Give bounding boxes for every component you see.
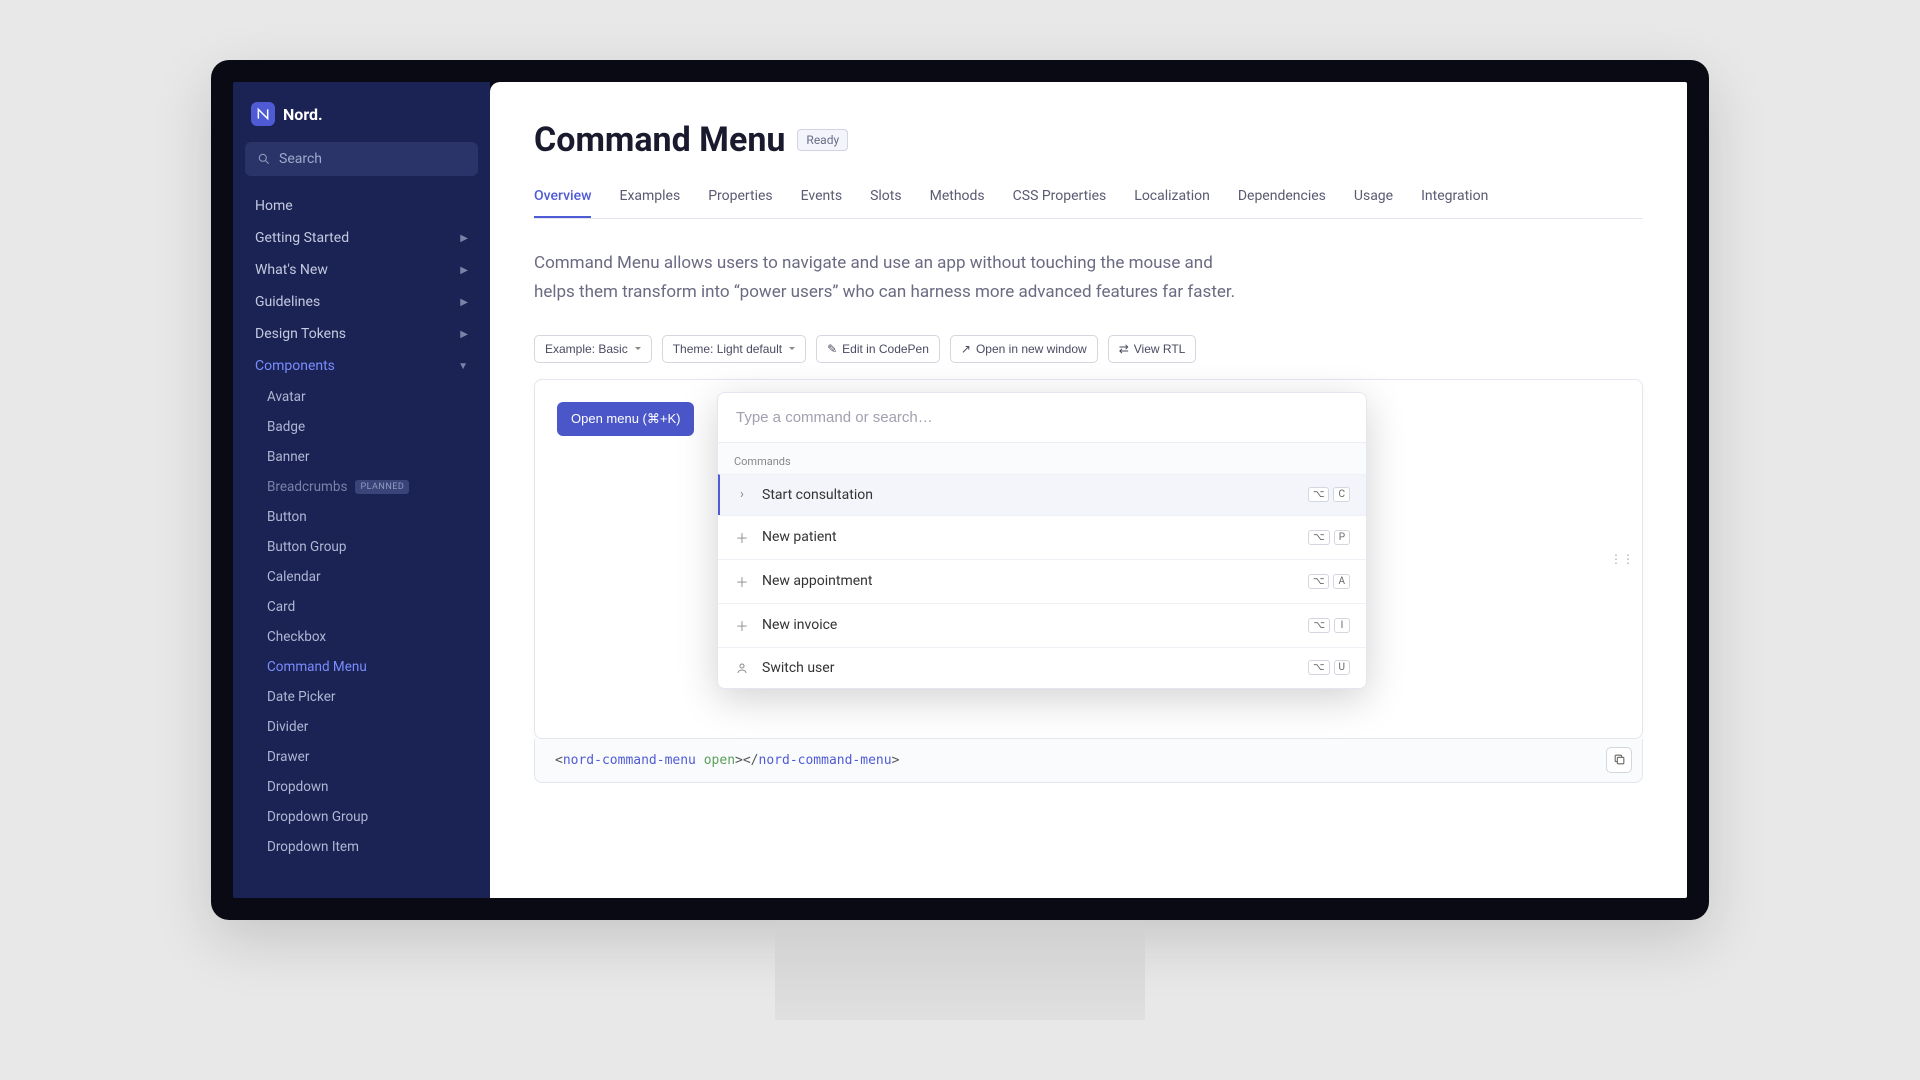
nav-sub-date-picker[interactable]: Date Picker <box>245 682 478 712</box>
shortcut-keys: ⌥ C <box>1308 487 1350 502</box>
edit-codepen-button[interactable]: ✎ Edit in CodePen <box>816 335 940 363</box>
shortcut-keys: ⌥ I <box>1308 618 1350 633</box>
copy-code-button[interactable] <box>1606 747 1632 773</box>
open-menu-button[interactable]: Open menu (⌘+K) <box>557 402 694 436</box>
tab-localization[interactable]: Localization <box>1134 188 1210 218</box>
nav-whats-new[interactable]: What's New ▶ <box>245 254 478 286</box>
command-section-label: Commands <box>718 451 1366 474</box>
rtl-icon: ⇄ <box>1119 342 1129 356</box>
command-item-new-patient[interactable]: ＋ New patient ⌥ P <box>718 515 1366 559</box>
tab-integration[interactable]: Integration <box>1421 188 1488 218</box>
tab-events[interactable]: Events <box>801 188 842 218</box>
plus-icon: ＋ <box>734 616 750 635</box>
chevron-right-icon: ▶ <box>460 297 468 308</box>
nav-sub-card[interactable]: Card <box>245 592 478 622</box>
search-placeholder: Search <box>279 151 466 167</box>
sidebar: Nord. Search Home Getting Started ▶ What… <box>233 82 490 898</box>
page-description: Command Menu allows users to navigate an… <box>534 249 1254 307</box>
nav-design-tokens[interactable]: Design Tokens ▶ <box>245 318 478 350</box>
nav-sub-avatar[interactable]: Avatar <box>245 382 478 412</box>
chevron-right-icon: ▶ <box>460 233 468 244</box>
command-item-start-consultation[interactable]: › Start consultation ⌥ C <box>718 474 1366 515</box>
nav-sub-command-menu[interactable]: Command Menu <box>245 652 478 682</box>
tab-slots[interactable]: Slots <box>870 188 902 218</box>
chevron-right-icon: ▶ <box>460 329 468 340</box>
command-item-switch-user[interactable]: Switch user ⌥ U <box>718 647 1366 688</box>
brand-name: Nord. <box>283 105 323 124</box>
plus-icon: ＋ <box>734 572 750 591</box>
resize-handle-icon[interactable]: ⋮⋮ <box>1610 552 1634 566</box>
planned-badge: PLANNED <box>355 480 409 494</box>
theme-select[interactable]: Theme: Light default <box>662 335 806 363</box>
command-input[interactable] <box>718 393 1366 442</box>
chevron-right-icon: › <box>734 487 750 502</box>
nav-sub-dropdown[interactable]: Dropdown <box>245 772 478 802</box>
tab-usage[interactable]: Usage <box>1354 188 1393 218</box>
search-input[interactable]: Search <box>245 142 478 176</box>
shortcut-keys: ⌥ P <box>1308 530 1350 545</box>
chevron-right-icon: ▶ <box>460 265 468 276</box>
nav-sub-checkbox[interactable]: Checkbox <box>245 622 478 652</box>
nav-sub-badge[interactable]: Badge <box>245 412 478 442</box>
nav-sub-dropdown-item[interactable]: Dropdown Item <box>245 832 478 862</box>
brand[interactable]: Nord. <box>245 102 478 142</box>
status-badge: Ready <box>797 129 848 151</box>
page-title: Command Menu <box>534 120 785 160</box>
preview-box: Open menu (⌘+K) Commands › Start consult… <box>534 379 1643 739</box>
command-item-new-appointment[interactable]: ＋ New appointment ⌥ A <box>718 559 1366 603</box>
view-rtl-button[interactable]: ⇄ View RTL <box>1108 335 1197 363</box>
main-content: Command Menu Ready Overview Examples Pro… <box>490 82 1687 898</box>
tab-overview[interactable]: Overview <box>534 188 591 218</box>
shortcut-keys: ⌥ U <box>1308 660 1350 675</box>
command-menu: Commands › Start consultation ⌥ C ＋ New … <box>717 392 1367 689</box>
chevron-down-icon: ▼ <box>458 361 468 372</box>
user-icon <box>734 662 750 674</box>
nav-sub-divider[interactable]: Divider <box>245 712 478 742</box>
nav-sub-calendar[interactable]: Calendar <box>245 562 478 592</box>
tab-examples[interactable]: Examples <box>619 188 680 218</box>
nav-sub-banner[interactable]: Banner <box>245 442 478 472</box>
code-block: <nord-command-menu open></nord-command-m… <box>534 739 1643 783</box>
example-toolbar: Example: Basic Theme: Light default ✎ Ed… <box>534 335 1643 363</box>
nav-home[interactable]: Home <box>245 190 478 222</box>
plus-icon: ＋ <box>734 528 750 547</box>
open-new-window-button[interactable]: ↗ Open in new window <box>950 335 1098 363</box>
tab-css-properties[interactable]: CSS Properties <box>1013 188 1107 218</box>
nav-sub-drawer[interactable]: Drawer <box>245 742 478 772</box>
external-link-icon: ↗ <box>961 342 971 356</box>
copy-icon <box>1613 753 1626 766</box>
command-item-new-invoice[interactable]: ＋ New invoice ⌥ I <box>718 603 1366 647</box>
tab-methods[interactable]: Methods <box>930 188 985 218</box>
nav-sub-breadcrumbs[interactable]: Breadcrumbs PLANNED <box>245 472 478 502</box>
tabs: Overview Examples Properties Events Slot… <box>534 188 1643 219</box>
nav-guidelines[interactable]: Guidelines ▶ <box>245 286 478 318</box>
tab-properties[interactable]: Properties <box>708 188 772 218</box>
monitor-stand <box>775 920 1145 1020</box>
nav-getting-started[interactable]: Getting Started ▶ <box>245 222 478 254</box>
brand-logo-icon <box>251 102 275 126</box>
nav-components[interactable]: Components ▼ <box>245 350 478 382</box>
shortcut-keys: ⌥ A <box>1308 574 1350 589</box>
nav-sub-dropdown-group[interactable]: Dropdown Group <box>245 802 478 832</box>
example-select[interactable]: Example: Basic <box>534 335 652 363</box>
tab-dependencies[interactable]: Dependencies <box>1238 188 1326 218</box>
nav-sub-button-group[interactable]: Button Group <box>245 532 478 562</box>
search-icon <box>257 152 271 166</box>
nav-sub-button[interactable]: Button <box>245 502 478 532</box>
edit-icon: ✎ <box>827 342 837 356</box>
